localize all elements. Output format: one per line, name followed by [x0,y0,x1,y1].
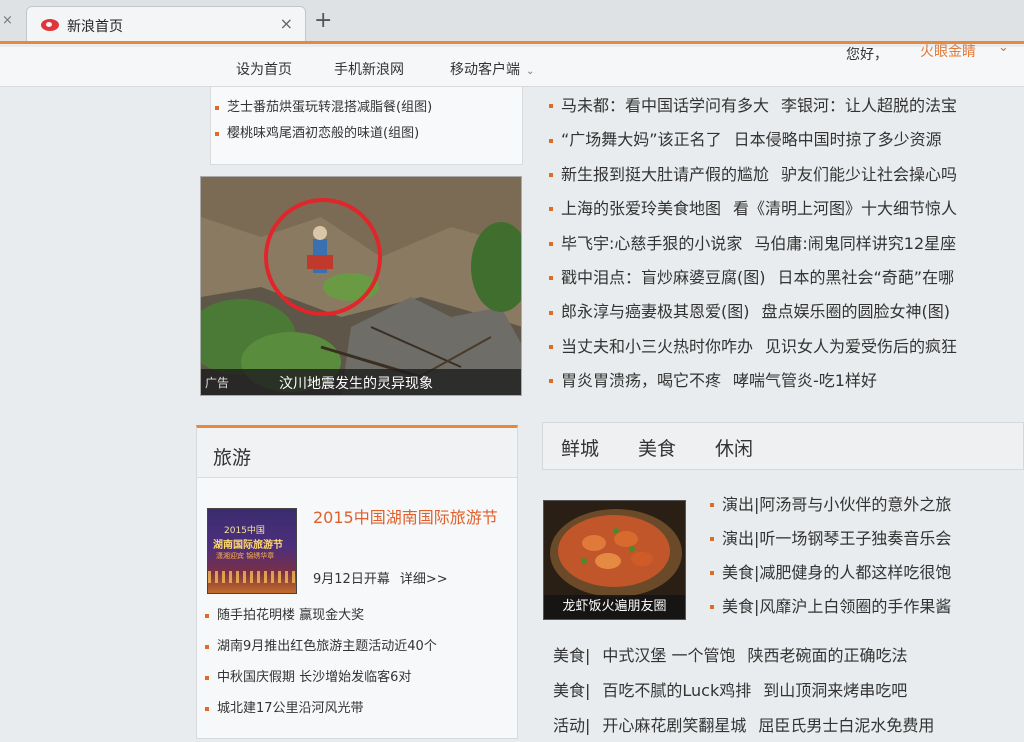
list-item[interactable]: 随手拍花明楼 赢现金大奖 [201,600,511,631]
ad-image[interactable]: 广告 汶川地震发生的灵异现象 [200,176,522,396]
greeting-text: 您好， [846,47,888,63]
news-link[interactable]: 郎永淳与癌妻极其恩爱(图) [561,302,750,321]
ad-caption[interactable]: 汶川地震发生的灵异现象 [279,373,433,393]
list-item[interactable]: 中秋国庆假期 长沙增始发临客6对 [201,662,511,693]
list-item[interactable]: 演出|阿汤哥与小伙伴的意外之旅 [706,488,1024,522]
category-label[interactable]: 活动| [553,716,590,735]
list-item[interactable]: 美食|风靡沪上白领圈的手作果酱 [706,590,1024,624]
news-link[interactable]: 日本侵略中国时掠了多少资源 [734,130,942,149]
news-link[interactable]: 当丈夫和小三火热时你咋办 [561,337,753,356]
new-tab-button[interactable]: + [314,8,332,33]
previous-tab-close-icon[interactable]: × [2,13,13,28]
food-more-row: 美食| 百吃不腻的Luck鸡排 到山顶洞来烤串吃吧 [537,673,1024,708]
travel-news-list: 随手拍花明楼 赢现金大奖 湖南9月推出红色旅游主题活动近40个 中秋国庆假期 长… [201,600,511,724]
travel-headline-link[interactable]: 2015中国湖南国际旅游节 [313,505,503,531]
sina-logo-icon [41,19,59,31]
news-row: 郎永淳与癌妻极其恩爱(图) 盘点娱乐圈的圆脸女神(图) [545,295,1024,329]
ad-caption-bar: 广告 汶川地震发生的灵异现象 [201,369,521,395]
poster-line-1: 2015中国 [224,526,265,536]
news-link[interactable]: 李银河：让人超脱的法宝 [781,96,957,115]
category-label[interactable]: 美食| [553,681,590,700]
news-link[interactable]: “广场舞大妈”该正名了 [561,130,722,149]
travel-meta: 9月12日开幕 详细>> [313,568,448,587]
nav-set-homepage[interactable]: 设为首页 [236,59,292,79]
news-link[interactable]: 盘点娱乐圈的圆脸女神(图) [762,302,951,321]
food-more-row: 活动| 开心麻花剧笑翻星城 屈臣氏男士白泥水免费用 [537,708,1024,742]
news-link[interactable]: 戳中泪点：盲炒麻婆豆腐(图) [561,268,766,287]
news-link[interactable]: 胃炎胃溃疡，喝它不疼 [561,371,721,390]
news-row: 胃炎胃溃疡，喝它不疼 哮喘气管炎-吃1样好 [545,364,1024,398]
news-row: 毕飞宇:心慈手狠的小说家 马伯庸:闹鬼同样讲究12星座 [545,227,1024,261]
news-link[interactable]: 到山顶洞来烤串吃吧 [763,681,907,700]
news-link[interactable]: 看《清明上河图》十大细节惊人 [733,199,957,218]
news-row: 戳中泪点：盲炒麻婆豆腐(图) 日本的黑社会“奇葩”在哪 [545,261,1024,295]
travel-details-link[interactable]: 详细>> [400,572,448,587]
username-link[interactable]: 火眼金睛 [920,41,976,61]
user-menu-chevron-icon[interactable]: ⌄ [998,40,1009,55]
food-more-row: 美食| 中式汉堡 一个管饱 陕西老碗面的正确吃法 [537,638,1024,673]
news-link[interactable]: 开心麻花剧笑翻星城 [602,716,746,735]
list-item[interactable]: 美食|减肥健身的人都这样吃很饱 [706,556,1024,590]
news-link[interactable]: 马伯庸:闹鬼同样讲究12星座 [754,234,956,253]
news-row: 上海的张爱玲美食地图 看《清明上河图》十大细节惊人 [545,192,1024,226]
news-row: 新生报到挺大肚请产假的尴尬 驴友们能少让社会操心吗 [545,158,1024,192]
food-more-list: 美食| 中式汉堡 一个管饱 陕西老碗面的正确吃法 美食| 百吃不腻的Luck鸡排 到山顶… [537,638,1024,742]
news-row: 马未都：看中国话学问有多大 李银河：让人超脱的法宝 [545,89,1024,123]
food-image-caption[interactable]: 龙虾饭火遍朋友圈 [544,595,685,619]
travel-title[interactable]: 旅游 [213,443,251,470]
news-link[interactable]: 见识女人为爱受伤后的疯狂 [765,337,957,356]
news-link[interactable]: 日本的黑社会“奇葩”在哪 [778,268,955,287]
news-link[interactable]: 毕飞宇:心慈手狠的小说家 [561,234,742,253]
news-link[interactable]: 百吃不腻的Luck鸡排 [602,681,751,700]
travel-date: 9月12日开幕 [313,572,390,587]
category-label[interactable]: 美食| [553,646,590,665]
news-link[interactable]: 新生报到挺大肚请产假的尴尬 [561,165,769,184]
news-link[interactable]: 哮喘气管炎-吃1样好 [733,371,877,390]
browser-tab-strip: × 新浪首页 × + [0,0,1024,44]
poster-line-3: 潇湘迎宾 锦绣华章 [216,552,275,560]
culture-news-list: 马未都：看中国话学问有多大 李银河：让人超脱的法宝 “广场舞大妈”该正名了 日本侵略… [545,89,1024,399]
tab-close-icon[interactable]: × [280,14,293,33]
list-item[interactable]: 樱桃味鸡尾酒初恋般的味道(组图) [211,121,522,147]
news-link[interactable]: 陕西老碗面的正确吃法 [748,646,908,665]
tab-xiancheng[interactable]: 鲜城 [561,434,599,461]
travel-section: 旅游 2015中国 湖南国际旅游节 潇湘迎宾 锦绣华章 2015中国湖南国际旅游… [196,425,518,739]
list-item[interactable]: 湖南9月推出红色旅游主题活动近40个 [201,631,511,662]
nav-mobile-client-label: 移动客户端 [450,62,520,78]
travel-festival-poster[interactable]: 2015中国 湖南国际旅游节 潇湘迎宾 锦绣华章 [207,508,297,594]
ad-tag: 广告 [205,376,230,390]
nav-mobile-client[interactable]: 移动客户端 ⌄ [450,59,534,79]
earthquake-photo [201,177,521,395]
travel-header: 旅游 [197,428,517,478]
list-item[interactable]: 城北建17公里沿河风光带 [201,693,511,724]
news-row: 当丈夫和小三火热时你咋办 见识女人为爱受伤后的疯狂 [545,330,1024,364]
news-row: “广场舞大妈”该正名了 日本侵略中国时掠了多少资源 [545,123,1024,157]
food-image[interactable]: 龙虾饭火遍朋友圈 [543,500,686,620]
news-link[interactable]: 驴友们能少让社会操心吗 [781,165,957,184]
list-item[interactable]: 芝士番茄烘蛋玩转混搭减脂餐(组图) [211,95,522,121]
food-news-list: 演出|阿汤哥与小伙伴的意外之旅 演出|听一场钢琴王子独奏音乐会 美食|减肥健身的… [706,488,1024,624]
list-item[interactable]: 演出|听一场钢琴王子独奏音乐会 [706,522,1024,556]
poster-line-2: 湖南国际旅游节 [213,540,283,551]
browser-tab-sina[interactable]: 新浪首页 × [26,6,306,41]
news-link[interactable]: 中式汉堡 一个管饱 [602,646,735,665]
tab-food[interactable]: 美食 [638,434,676,461]
tab-leisure[interactable]: 休闲 [715,434,753,461]
tab-title: 新浪首页 [67,19,123,35]
news-link[interactable]: 马未都：看中国话学问有多大 [561,96,769,115]
recipe-list-box: 芝士番茄烘蛋玩转混搭减脂餐(组图) 樱桃味鸡尾酒初恋般的味道(组图) [210,87,523,165]
news-link[interactable]: 屈臣氏男士白泥水免费用 [758,716,934,735]
nav-mobile-sina[interactable]: 手机新浪网 [334,59,404,79]
chevron-down-icon: ⌄ [526,66,535,77]
news-link[interactable]: 上海的张爱玲美食地图 [561,199,721,218]
food-section-tabs: 鲜城 美食 休闲 [542,422,1024,470]
poster-lights-decoration [208,571,296,583]
